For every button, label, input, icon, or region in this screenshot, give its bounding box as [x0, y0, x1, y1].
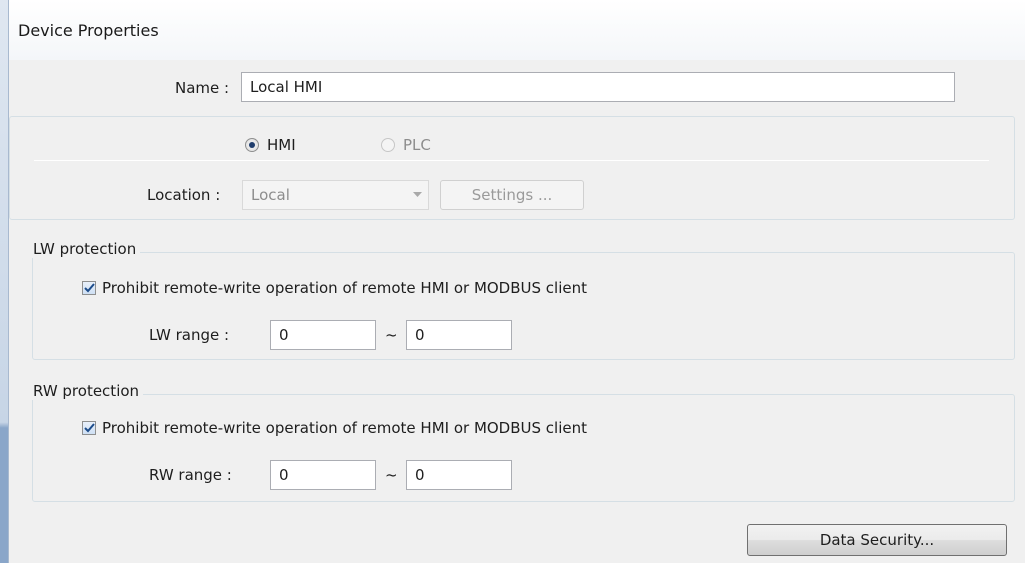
location-dropdown[interactable]: Local: [242, 180, 429, 210]
checkmark-icon: [84, 283, 95, 293]
rw-protection-group: [32, 394, 1015, 502]
rw-range-label: RW range :: [149, 466, 232, 484]
radio-plc-option[interactable]: PLC: [381, 136, 461, 156]
rw-prohibit-checkbox[interactable]: [82, 421, 96, 435]
lw-range-label: LW range :: [149, 326, 230, 344]
location-selected: Local: [251, 186, 290, 204]
rw-protection-title: RW protection: [29, 382, 144, 400]
rw-prohibit-option[interactable]: Prohibit remote-write operation of remot…: [82, 419, 702, 439]
title-bar: Device Properties: [0, 0, 1025, 60]
name-input[interactable]: Local HMI: [241, 72, 955, 102]
name-label: Name :: [175, 79, 230, 97]
settings-button[interactable]: Settings ...: [440, 180, 584, 210]
checkmark-icon: [84, 423, 95, 433]
lw-prohibit-checkbox[interactable]: [82, 281, 96, 295]
rw-range-to-input[interactable]: 0: [406, 460, 512, 490]
lw-prohibit-option[interactable]: Prohibit remote-write operation of remot…: [82, 279, 702, 299]
rw-range-separator: ~: [385, 466, 398, 484]
rw-prohibit-label: Prohibit remote-write operation of remot…: [102, 419, 587, 437]
radio-hmi-option[interactable]: HMI: [245, 136, 325, 156]
window-left-frame: [0, 0, 9, 563]
radio-plc[interactable]: [381, 138, 395, 152]
lw-range-from-input[interactable]: 0: [270, 320, 376, 350]
location-label: Location :: [147, 186, 221, 204]
data-security-button[interactable]: Data Security...: [747, 524, 1007, 556]
chevron-down-icon: [413, 192, 422, 197]
lw-range-to-input[interactable]: 0: [406, 320, 512, 350]
device-properties-window: Device Properties Name : Local HMI HMI P…: [0, 0, 1025, 563]
radio-hmi-label: HMI: [267, 136, 296, 154]
rw-range-from-input[interactable]: 0: [270, 460, 376, 490]
lw-prohibit-label: Prohibit remote-write operation of remot…: [102, 279, 587, 297]
type-separator: [34, 160, 989, 161]
lw-protection-title: LW protection: [29, 240, 141, 258]
lw-range-separator: ~: [385, 326, 398, 344]
radio-plc-label: PLC: [403, 136, 431, 154]
radio-hmi[interactable]: [245, 138, 259, 152]
window-title: Device Properties: [18, 21, 159, 40]
